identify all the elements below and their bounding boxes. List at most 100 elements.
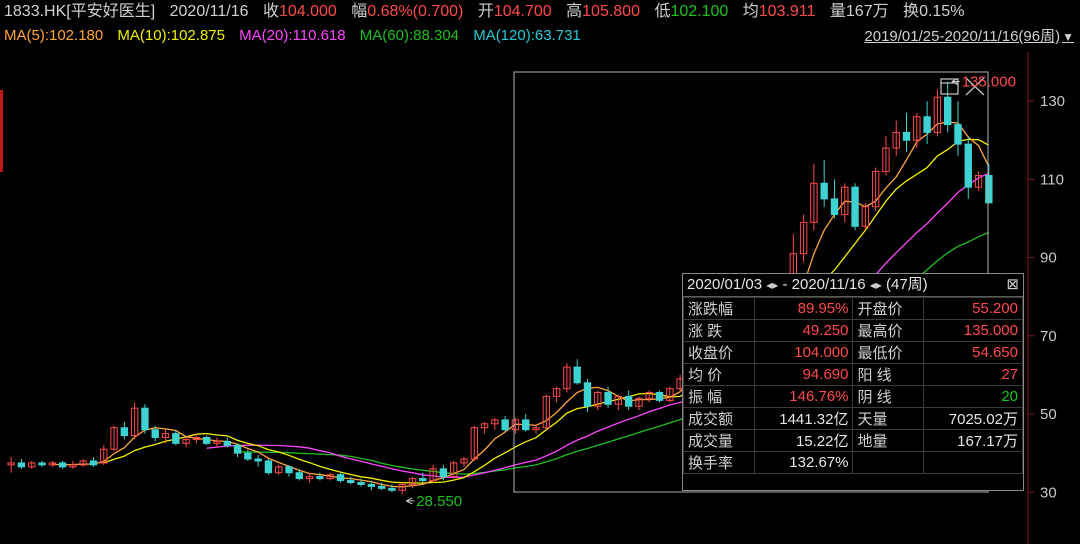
stats-weeks: (47周) xyxy=(886,276,928,293)
stats-key: 均 价 xyxy=(683,363,755,386)
stats-key: 最高价 xyxy=(852,319,925,342)
stats-value: 104.000 xyxy=(753,341,854,364)
candle-body xyxy=(295,472,304,480)
stats-range-end: 2020/11/16 xyxy=(791,276,866,293)
candle-body xyxy=(902,131,911,141)
y-tick-label: 110 xyxy=(1040,171,1064,188)
y-tick-label: 50 xyxy=(1040,406,1057,423)
candle-body xyxy=(357,481,365,485)
close-icon[interactable]: ⊠ xyxy=(1006,274,1019,296)
avg-label: 均 xyxy=(742,3,759,20)
stats-value: 54.650 xyxy=(923,341,1023,364)
ma-legend: MA(5):102.180 MA(10):102.875 MA(20):110.… xyxy=(4,25,581,47)
stats-range-start: 2020/01/03 xyxy=(687,276,763,293)
candle-body xyxy=(419,478,427,482)
candle-body xyxy=(17,462,26,468)
candle-body xyxy=(655,392,664,401)
stats-key: 成交额 xyxy=(683,407,755,430)
high-label: 高 xyxy=(566,3,583,20)
stats-row: 成交量 15.22亿 地量 167.17万 xyxy=(683,429,1023,452)
stats-row: 成交额 1441.32亿 天量 7025.02万 xyxy=(683,407,1023,430)
stats-key: 成交量 xyxy=(683,429,755,452)
close-label: 收 xyxy=(262,3,279,20)
stats-value: 20 xyxy=(923,385,1023,408)
stats-value: 94.690 xyxy=(753,363,854,386)
stats-row: 涨跌幅 89.95% 开盘价 55.200 xyxy=(683,297,1023,320)
candle-body xyxy=(316,476,324,480)
candle-body xyxy=(954,124,962,145)
candle-body xyxy=(573,366,581,384)
stats-key: 涨跌幅 xyxy=(683,297,755,320)
candle-body xyxy=(624,395,633,407)
open-label: 开 xyxy=(477,3,494,20)
stats-key: 地量 xyxy=(852,429,925,452)
quote-summary-row: 1833.HK[平安好医生] 2020/11/16 收104.000 幅0.68… xyxy=(4,1,964,23)
stats-value: 132.67% xyxy=(753,451,854,474)
candle-body xyxy=(501,419,509,431)
low-value: 102.100 xyxy=(670,3,729,20)
candle-body xyxy=(943,96,952,126)
candle-body xyxy=(285,466,293,474)
range-text: 2019/01/25-2020/11/16(96周) xyxy=(864,28,1061,45)
stats-table: 涨跌幅 89.95% 开盘价 55.200 涨 跌 49.250 最高价 135.000 收盘价… xyxy=(683,297,1023,474)
y-tick-label: 70 xyxy=(1040,328,1057,345)
stats-row: 均 价 94.690 阳 线 27 xyxy=(683,363,1023,386)
stats-value: 1441.32亿 xyxy=(753,407,854,430)
stats-range-separator: - xyxy=(782,276,788,293)
low-annotation: 28.550 xyxy=(416,493,462,510)
candle-body xyxy=(964,143,972,188)
ma5-legend: MA(5):102.180 xyxy=(4,27,104,44)
candle-body xyxy=(244,452,252,460)
stats-value: 89.95% xyxy=(753,297,854,320)
stats-key: 换手率 xyxy=(683,451,755,474)
stats-key: 天量 xyxy=(852,407,925,430)
stats-header: 2020/01/03 ◂▸ - 2020/11/16 ◂▸ (47周) ⊠ xyxy=(683,274,1023,297)
stats-key xyxy=(852,451,925,474)
range-dropdown[interactable]: 2019/01/25-2020/11/16(96周) ▼ xyxy=(864,25,1074,46)
ticker-label[interactable]: 1833.HK[平安好医生] xyxy=(4,3,155,20)
stats-row: 涨 跌 49.250 最高价 135.000 xyxy=(683,319,1023,342)
candle-body xyxy=(522,419,530,431)
candle-body xyxy=(38,462,46,466)
triangle-down-icon: ▼ xyxy=(1062,30,1074,44)
candle-body xyxy=(336,474,345,482)
candle-body xyxy=(141,407,149,431)
left-right-arrow-icon[interactable]: ◂▸ xyxy=(766,278,778,292)
left-edge-marker xyxy=(0,90,3,172)
close-value: 104.000 xyxy=(278,3,337,20)
stats-row: 换手率 132.67% xyxy=(683,451,1023,474)
avg-value: 103.911 xyxy=(758,3,816,20)
candle-body xyxy=(58,462,67,468)
turnover-label: 换 xyxy=(903,3,920,20)
stats-key: 阴 线 xyxy=(852,385,925,408)
y-tick-label: 90 xyxy=(1040,250,1057,267)
candle-body xyxy=(89,460,98,466)
candle-body xyxy=(367,483,376,487)
range-stats-panel: 2020/01/03 ◂▸ - 2020/11/16 ◂▸ (47周) ⊠ 涨跌… xyxy=(682,273,1024,491)
change-value: 0.68%(0.700) xyxy=(367,3,464,20)
candle-body xyxy=(347,480,355,483)
candle-body xyxy=(120,427,129,437)
candle-body xyxy=(923,116,931,133)
stats-value xyxy=(923,451,1023,474)
candle-body xyxy=(388,487,396,491)
candle-body xyxy=(439,468,448,478)
change-label: 幅 xyxy=(351,3,368,20)
candle-body xyxy=(820,182,828,200)
left-right-arrow-icon[interactable]: ◂▸ xyxy=(870,278,882,292)
y-tick-label: 30 xyxy=(1040,484,1057,501)
low-label: 低 xyxy=(654,3,671,20)
candle-body xyxy=(264,460,273,474)
stats-value: 146.76% xyxy=(753,385,854,408)
stats-key: 涨 跌 xyxy=(683,319,755,342)
turnover-value: 0.15% xyxy=(919,3,965,20)
ma20-legend: MA(20):110.618 xyxy=(239,27,346,44)
high-annotation: 135.000 xyxy=(962,74,1016,91)
y-tick-label: 130 xyxy=(1040,93,1065,110)
candle-body xyxy=(254,458,262,462)
quote-header: 1833.HK[平安好医生] 2020/11/16 收104.000 幅0.68… xyxy=(0,0,1080,52)
candle-body xyxy=(583,382,592,407)
quote-date: 2020/11/16 xyxy=(169,3,249,20)
ma60-legend: MA(60):88.304 xyxy=(359,27,460,44)
candle-body xyxy=(604,392,612,405)
